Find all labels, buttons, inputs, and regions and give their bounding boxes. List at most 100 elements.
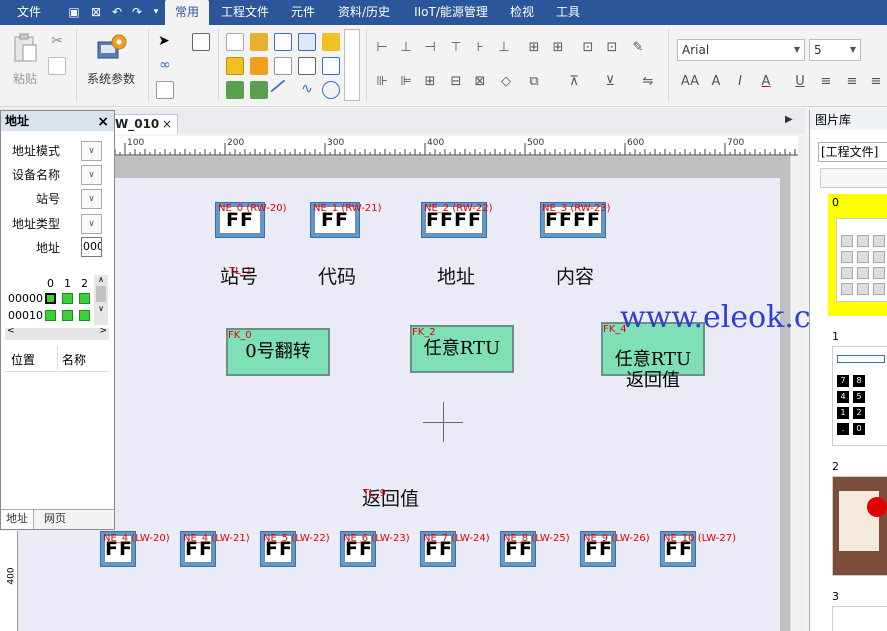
font-color-icon[interactable]: A	[758, 75, 774, 89]
select-arrow-icon[interactable]: ➤	[158, 33, 176, 51]
same-width-icon[interactable]: ⊞	[526, 41, 542, 55]
chevron-up-icon[interactable]: ∧	[94, 275, 108, 284]
tab-view[interactable]: 检视	[502, 0, 542, 25]
numeric-990-icon[interactable]	[226, 81, 244, 99]
menu-file[interactable]: 文件	[8, 0, 50, 25]
bring-front-icon[interactable]: ⊼	[566, 75, 582, 89]
align-bottom-icon[interactable]: ⊥	[496, 41, 512, 55]
font-name-select[interactable]: Arial ▼	[677, 39, 805, 61]
function-key-icon[interactable]	[250, 57, 268, 75]
bit-lamp-icon[interactable]	[226, 57, 244, 75]
bit-cell[interactable]	[45, 293, 56, 304]
chevron-left-icon[interactable]: <	[7, 326, 15, 336]
palette-scrollbar[interactable]	[344, 29, 360, 101]
distribute-h-icon[interactable]: ⊪	[374, 75, 390, 89]
tab-data-history[interactable]: 资料/历史	[330, 0, 398, 25]
flip-icon[interactable]: ⇋	[640, 75, 656, 89]
font-shrink-icon[interactable]: A	[708, 75, 724, 89]
picture-item-3[interactable]: 3	[828, 588, 887, 631]
label-address[interactable]: 地址	[437, 262, 475, 289]
numeric-display-icon[interactable]	[274, 33, 292, 51]
undo-icon[interactable]: ↶	[110, 5, 124, 19]
device-name-dropdown[interactable]: ∨	[81, 165, 102, 185]
quick-access-dropdown-icon[interactable]: ▾	[149, 5, 163, 19]
tab-webpage[interactable]: 网页	[39, 510, 71, 529]
close-icon[interactable]: ×	[162, 115, 172, 133]
link-icon[interactable]: ∞	[156, 57, 174, 75]
document-tab-w010[interactable]: W_010 ×	[108, 114, 178, 134]
polyline-icon[interactable]: ∿	[298, 81, 316, 99]
snap-icon[interactable]: ⊟	[448, 75, 464, 89]
tab-project-file[interactable]: 工程文件	[214, 0, 276, 25]
align-middle-icon[interactable]: ⊦	[472, 41, 488, 55]
picture-item-1[interactable]: 1 7 8 4 5 1 2 . 0	[828, 328, 887, 450]
italic-icon[interactable]: I	[732, 75, 748, 89]
align-left-icon[interactable]: ⊢	[374, 41, 390, 55]
save-icon[interactable]: ▣	[67, 5, 81, 19]
tab-scroll-right-icon[interactable]: ▶	[785, 114, 793, 125]
font-grow-icon[interactable]: AA	[680, 75, 700, 89]
duplicate-icon[interactable]	[156, 81, 174, 99]
distribute-v-icon[interactable]: ⊫	[398, 75, 414, 89]
label-code[interactable]: 代码	[318, 262, 356, 289]
redo-icon[interactable]: ↷	[130, 5, 144, 19]
traffic-light-icon[interactable]	[250, 33, 268, 51]
bit-cell[interactable]	[62, 310, 73, 321]
cut-icon[interactable]: ✂	[48, 33, 66, 51]
copy-icon[interactable]	[48, 57, 66, 75]
bit-cell[interactable]	[45, 310, 56, 321]
rotate-icon[interactable]: ◇	[498, 75, 514, 89]
tab-common[interactable]: 常用	[165, 0, 209, 25]
station-dropdown[interactable]: ∨	[81, 189, 102, 209]
address-type-dropdown[interactable]: ∨	[81, 214, 102, 234]
same-height-icon[interactable]: ⊞	[550, 41, 566, 55]
paste-button[interactable]: 粘贴	[10, 33, 40, 93]
chevron-down-icon[interactable]: ∨	[94, 304, 108, 313]
layer-icon[interactable]: ⧉	[526, 75, 542, 89]
bit-cell[interactable]	[62, 293, 73, 304]
picture-item-0[interactable]: 0	[828, 194, 887, 316]
align-top-icon[interactable]: ⊤	[448, 41, 464, 55]
text-align-left-icon[interactable]: ≡	[818, 75, 834, 89]
grid-icon[interactable]: ⊞	[422, 75, 438, 89]
ascii-abc-icon[interactable]	[250, 81, 268, 99]
canvas-vertical-scrollbar[interactable]	[790, 136, 805, 631]
table-icon[interactable]	[322, 57, 340, 75]
address-mode-dropdown[interactable]: ∨	[81, 141, 102, 161]
address-panel-title[interactable]: 地址 ×	[1, 111, 114, 131]
tab-components[interactable]: 元件	[282, 0, 324, 25]
bit-cell[interactable]	[79, 310, 90, 321]
picture-item-2[interactable]: 2	[828, 458, 887, 580]
bit-grid-scrollbar[interactable]: ∧ ∨	[94, 275, 108, 325]
number-input-icon[interactable]	[298, 33, 316, 51]
label-content[interactable]: 内容	[556, 262, 594, 289]
tab-iiot-energy[interactable]: IIoT/能源管理	[404, 0, 498, 25]
close-file-icon[interactable]: ⊠	[89, 5, 103, 19]
tab-address[interactable]: 地址	[1, 510, 34, 529]
align-center-icon[interactable]: ⊥	[398, 41, 414, 55]
close-icon[interactable]: ×	[97, 112, 109, 132]
group-icon[interactable]: ⊡	[580, 41, 596, 55]
slider-icon[interactable]	[298, 57, 316, 75]
pin-icon[interactable]: ✎	[630, 41, 646, 55]
window-icon[interactable]	[192, 33, 210, 51]
system-params-button[interactable]: 系统参数	[84, 33, 138, 93]
bit-grid-hscrollbar[interactable]: < >	[5, 326, 109, 340]
scroll-thumb[interactable]	[96, 286, 106, 302]
font-size-select[interactable]: 5 ▼	[809, 39, 861, 61]
tab-tools[interactable]: 工具	[548, 0, 588, 25]
picture-category-select[interactable]: [工程文件]	[818, 142, 887, 162]
diamond-icon[interactable]	[322, 33, 340, 51]
bit-cell[interactable]	[79, 293, 90, 304]
list-icon[interactable]	[274, 57, 292, 75]
picture-search-input[interactable]	[820, 168, 887, 188]
curve-icon[interactable]	[322, 81, 340, 99]
chevron-right-icon[interactable]: >	[99, 326, 107, 336]
ungroup-icon[interactable]: ⊡	[604, 41, 620, 55]
lamp-icon[interactable]	[226, 33, 244, 51]
send-back-icon[interactable]: ⊻	[602, 75, 618, 89]
address-input[interactable]: 000	[81, 237, 102, 257]
resize-icon[interactable]: ⊠	[472, 75, 488, 89]
text-align-center-icon[interactable]: ≡	[844, 75, 860, 89]
underline-icon[interactable]: U	[792, 75, 808, 89]
